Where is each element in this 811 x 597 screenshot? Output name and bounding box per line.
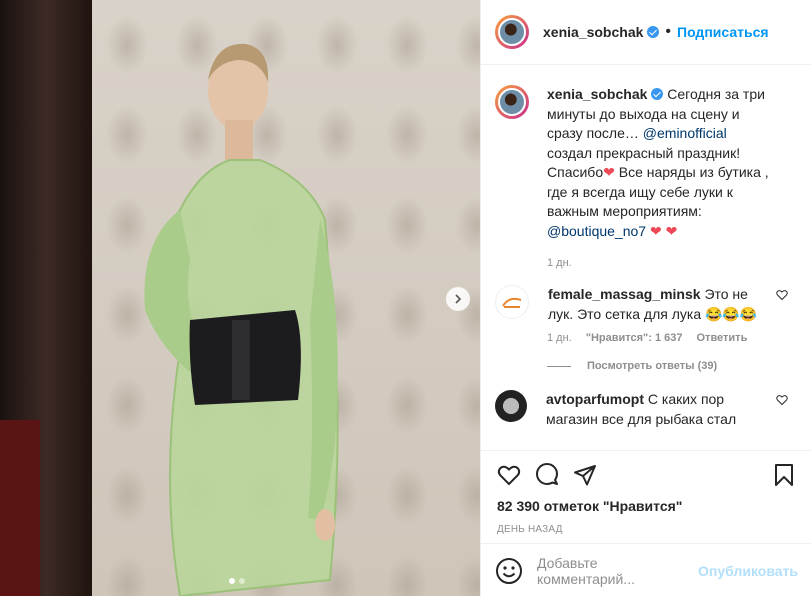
replies-line — [547, 365, 571, 367]
comment-time[interactable]: 1 дн. — [547, 332, 572, 344]
photo-door-detail — [0, 420, 40, 596]
post-actions: 82 390 отметок "Нравится" ДЕНЬ НАЗАД Доб… — [481, 450, 811, 597]
action-icons — [481, 451, 811, 490]
emoji-icon[interactable] — [495, 557, 523, 585]
next-photo-button[interactable] — [446, 287, 470, 311]
caption-text: xenia_sobchak Сегодня за три минуты до в… — [547, 85, 772, 241]
post-date[interactable]: ДЕНЬ НАЗАД — [481, 514, 811, 535]
commenter-username[interactable]: female_massag_minsk — [548, 286, 701, 302]
comment-text: female_massag_minsk Это не лук. Это сетк… — [548, 285, 768, 324]
separator-dot: • — [665, 23, 671, 40]
verified-icon — [647, 26, 660, 38]
verified-icon — [651, 88, 664, 100]
mention-link[interactable]: @boutique_no7 — [547, 223, 646, 239]
heart-emoji: ❤ — [649, 222, 662, 239]
comment-text: avtoparfumopt С каких пор магазин все дл… — [546, 390, 766, 429]
commenter-username[interactable]: avtoparfumopt — [546, 391, 644, 407]
logo-icon — [502, 297, 522, 308]
post-sidebar: xenia_sobchak • Подписаться xenia_sobcha… — [480, 0, 811, 596]
comment-meta: 1 дн. "Нравится": 1 637 Ответить — [547, 332, 811, 344]
comment-item: female_massag_minsk Это не лук. Это сетк… — [481, 285, 811, 324]
comment-item: avtoparfumopt С каких пор магазин все дл… — [481, 390, 811, 429]
carousel-dot-active — [229, 578, 235, 584]
post-header: xenia_sobchak • Подписаться — [481, 0, 811, 65]
reply-button[interactable]: Ответить — [697, 332, 748, 344]
mention-link[interactable]: @eminofficial — [643, 125, 727, 141]
like-comment-icon[interactable] — [776, 289, 788, 301]
caption-avatar[interactable] — [495, 85, 529, 119]
view-replies[interactable]: Посмотреть ответы (39) — [547, 360, 811, 372]
commenter-avatar[interactable] — [495, 390, 527, 422]
caption-username[interactable]: xenia_sobchak — [547, 86, 647, 102]
caption: xenia_sobchak Сегодня за три минуты до в… — [481, 65, 811, 241]
author-avatar[interactable] — [495, 15, 529, 49]
like-comment-icon[interactable] — [776, 394, 788, 406]
view-replies-label[interactable]: Посмотреть ответы (39) — [587, 360, 717, 372]
chevron-right-icon — [455, 294, 462, 304]
caption-time[interactable]: 1 дн. — [547, 257, 811, 269]
heart-emoji: ❤ — [603, 164, 615, 180]
carousel-dot — [239, 578, 245, 584]
add-comment-bar: Добавьте комментарий... Опубликовать — [481, 543, 811, 597]
comment-likes[interactable]: "Нравится": 1 637 — [586, 332, 683, 344]
comment-icon[interactable] — [535, 463, 559, 487]
follow-button[interactable]: Подписаться — [677, 24, 769, 40]
save-icon[interactable] — [772, 463, 796, 487]
comments-list[interactable]: xenia_sobchak Сегодня за три минуты до в… — [481, 65, 811, 450]
carousel-dots — [229, 578, 245, 584]
publish-button[interactable]: Опубликовать — [698, 563, 798, 579]
like-icon[interactable] — [497, 463, 521, 487]
likes-count[interactable]: 82 390 отметок "Нравится" — [481, 490, 811, 514]
heart-emoji: ❤ — [665, 222, 678, 239]
comment-input[interactable]: Добавьте комментарий... — [537, 555, 698, 587]
post-photo[interactable] — [0, 0, 480, 596]
commenter-avatar[interactable] — [495, 285, 529, 319]
author-username[interactable]: xenia_sobchak — [543, 24, 643, 40]
photo-figure — [144, 43, 339, 596]
share-icon[interactable] — [573, 463, 597, 487]
